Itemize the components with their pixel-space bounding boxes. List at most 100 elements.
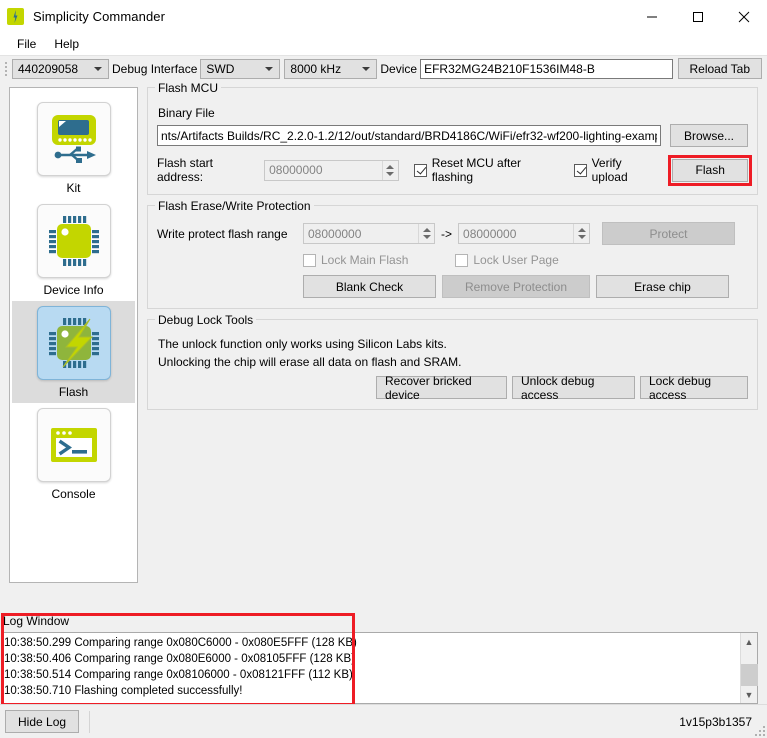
log-window-title: Log Window bbox=[0, 612, 767, 632]
chevron-down-icon bbox=[362, 67, 370, 71]
debug-interface-label: Debug Interface bbox=[109, 62, 200, 76]
blank-check-button[interactable]: Blank Check bbox=[303, 275, 436, 298]
flash-start-address-value: 08000000 bbox=[269, 163, 322, 177]
toolbar-grip[interactable] bbox=[3, 59, 9, 79]
sidebar-item-label: Kit bbox=[66, 181, 80, 195]
flash-button[interactable]: Flash bbox=[672, 159, 748, 182]
debug-lock-group: Debug Lock Tools The unlock function onl… bbox=[147, 319, 758, 410]
sidebar-item-kit[interactable]: Kit bbox=[12, 97, 135, 199]
scrollbar-track[interactable] bbox=[741, 650, 758, 686]
menu-item-help[interactable]: Help bbox=[45, 35, 88, 53]
log-text-area: 10:38:50.299 Comparing range 0x080C6000 … bbox=[2, 633, 740, 703]
menu-item-file[interactable]: File bbox=[8, 35, 45, 53]
serial-number-dropdown[interactable]: 440209058 bbox=[12, 59, 109, 79]
version-label: 1v15p3b1357 bbox=[679, 715, 762, 729]
flash-mcu-title: Flash MCU bbox=[155, 81, 221, 95]
stepper-arrows-icon[interactable] bbox=[382, 161, 398, 180]
flash-protection-group: Flash Erase/Write Protection Write prote… bbox=[147, 205, 758, 309]
toolbar: 440209058 Debug Interface SWD 8000 kHz D… bbox=[0, 55, 767, 81]
content-panel: Flash MCU Binary File Browse... Flash st… bbox=[147, 87, 758, 612]
speed-value: 8000 kHz bbox=[290, 62, 341, 76]
sidebar: Kit bbox=[9, 87, 138, 583]
checkbox-box bbox=[574, 164, 587, 177]
reload-tab-button[interactable]: Reload Tab bbox=[678, 58, 763, 79]
debug-lock-title: Debug Lock Tools bbox=[155, 313, 256, 327]
log-window[interactable]: 10:38:50.299 Comparing range 0x080C6000 … bbox=[1, 632, 758, 704]
binary-file-label: Binary File bbox=[158, 106, 748, 120]
lock-user-page-checkbox[interactable]: Lock User Page bbox=[455, 253, 558, 267]
log-line: 10:38:50.710 Flashing completed successf… bbox=[4, 683, 740, 699]
close-icon[interactable] bbox=[721, 0, 767, 33]
menu-bar: File Help bbox=[0, 33, 767, 55]
recover-bricked-device-button[interactable]: Recover bricked device bbox=[376, 376, 507, 399]
stepper-arrows-icon[interactable] bbox=[573, 224, 589, 243]
checkbox-box bbox=[414, 164, 427, 177]
browse-button[interactable]: Browse... bbox=[670, 124, 748, 147]
chevron-down-icon bbox=[94, 67, 102, 71]
verify-upload-checkbox[interactable]: Verify upload bbox=[574, 156, 658, 184]
chip-icon bbox=[37, 204, 111, 278]
speed-dropdown[interactable]: 8000 kHz bbox=[284, 59, 377, 79]
debug-interface-value: SWD bbox=[206, 62, 234, 76]
log-section: Log Window 10:38:50.299 Comparing range … bbox=[0, 612, 767, 704]
terminal-icon bbox=[37, 408, 111, 482]
range-start-value: 08000000 bbox=[308, 227, 361, 241]
main-area: Kit bbox=[0, 81, 767, 612]
reset-mcu-label: Reset MCU after flashing bbox=[432, 156, 560, 184]
remove-protection-button[interactable]: Remove Protection bbox=[442, 275, 590, 298]
lightning-bolt-icon bbox=[7, 8, 24, 25]
binary-file-input[interactable] bbox=[157, 125, 661, 146]
sidebar-item-label: Device Info bbox=[43, 283, 103, 297]
log-line: 10:38:50.514 Comparing range 0x08106000 … bbox=[4, 667, 740, 683]
chip-lightning-icon bbox=[37, 306, 111, 380]
range-end-stepper[interactable]: 08000000 bbox=[458, 223, 590, 244]
erase-chip-button[interactable]: Erase chip bbox=[596, 275, 729, 298]
window-controls bbox=[629, 0, 767, 33]
lock-main-flash-label: Lock Main Flash bbox=[321, 253, 408, 267]
flash-protection-title: Flash Erase/Write Protection bbox=[155, 199, 314, 213]
status-bar: Hide Log 1v15p3b1357 bbox=[0, 704, 767, 738]
stepper-arrows-icon[interactable] bbox=[418, 224, 434, 243]
sidebar-item-flash[interactable]: Flash bbox=[12, 301, 135, 403]
range-end-value: 08000000 bbox=[463, 227, 516, 241]
range-arrow-label: -> bbox=[441, 227, 452, 241]
log-line: 10:38:50.406 Comparing range 0x080E6000 … bbox=[4, 651, 740, 667]
checkbox-box bbox=[455, 254, 468, 267]
resize-grip[interactable] bbox=[753, 724, 765, 736]
flash-start-address-stepper[interactable]: 08000000 bbox=[264, 160, 399, 181]
application-window: Simplicity Commander File Help 440209058… bbox=[0, 0, 767, 738]
scroll-up-icon[interactable]: ▲ bbox=[741, 633, 758, 650]
unlock-debug-access-button[interactable]: Unlock debug access bbox=[512, 376, 635, 399]
sidebar-item-console[interactable]: Console bbox=[12, 403, 135, 505]
log-line: 10:38:50.299 Comparing range 0x080C6000 … bbox=[4, 635, 740, 651]
debug-interface-dropdown[interactable]: SWD bbox=[200, 59, 280, 79]
checkbox-box bbox=[303, 254, 316, 267]
hide-log-button[interactable]: Hide Log bbox=[5, 710, 79, 733]
sidebar-item-device-info[interactable]: Device Info bbox=[12, 199, 135, 301]
sidebar-item-label: Console bbox=[51, 487, 95, 501]
debug-lock-info-line-1: The unlock function only works using Sil… bbox=[158, 337, 748, 351]
verify-upload-label: Verify upload bbox=[592, 156, 658, 184]
log-scrollbar[interactable]: ▲ ▼ bbox=[740, 633, 757, 703]
lock-debug-access-button[interactable]: Lock debug access bbox=[640, 376, 748, 399]
lock-user-page-label: Lock User Page bbox=[473, 253, 558, 267]
reset-mcu-checkbox[interactable]: Reset MCU after flashing bbox=[414, 156, 560, 184]
scroll-down-icon[interactable]: ▼ bbox=[741, 686, 758, 703]
device-input[interactable] bbox=[420, 59, 672, 79]
range-start-stepper[interactable]: 08000000 bbox=[303, 223, 435, 244]
serial-number-value: 440209058 bbox=[18, 62, 78, 76]
maximize-icon[interactable] bbox=[675, 0, 721, 33]
title-bar: Simplicity Commander bbox=[0, 0, 767, 33]
debug-lock-info-line-2: Unlocking the chip will erase all data o… bbox=[158, 355, 748, 369]
flash-start-address-label: Flash start address: bbox=[157, 156, 258, 184]
window-title: Simplicity Commander bbox=[33, 9, 165, 24]
scrollbar-thumb[interactable] bbox=[741, 664, 758, 686]
flash-mcu-group: Flash MCU Binary File Browse... Flash st… bbox=[147, 87, 758, 195]
sidebar-item-label: Flash bbox=[59, 385, 88, 399]
protect-button[interactable]: Protect bbox=[602, 222, 735, 245]
kit-usb-icon bbox=[37, 102, 111, 176]
lock-main-flash-checkbox[interactable]: Lock Main Flash bbox=[303, 253, 408, 267]
minimize-icon[interactable] bbox=[629, 0, 675, 33]
write-protect-label: Write protect flash range bbox=[157, 227, 297, 241]
chevron-down-icon bbox=[265, 67, 273, 71]
